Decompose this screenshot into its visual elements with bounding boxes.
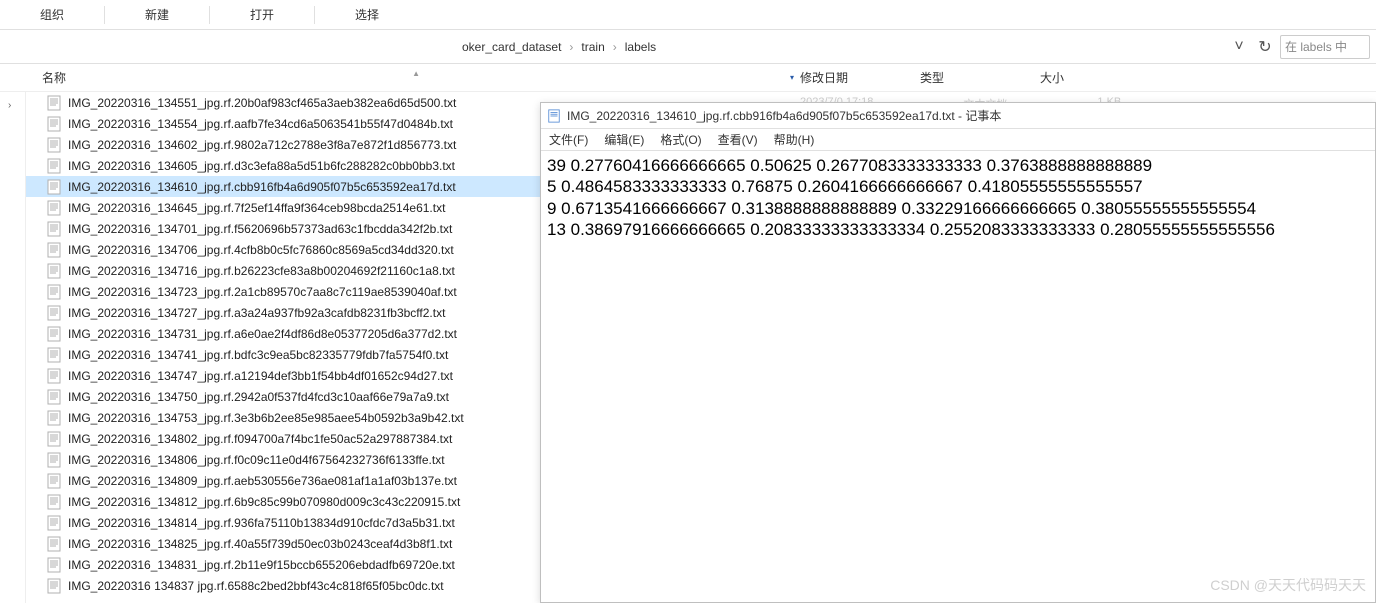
header-size[interactable]: 大小 — [1040, 69, 1140, 86]
chevron-right-icon[interactable]: › — [8, 100, 11, 111]
menu-organize[interactable]: 组织 — [0, 6, 104, 23]
file-name: IMG_20220316_134741_jpg.rf.bdfc3c9ea5bc8… — [68, 348, 448, 362]
file-name: IMG_20220316_134809_jpg.rf.aeb530556e736… — [68, 474, 457, 488]
file-name: IMG_20220316_134605_jpg.rf.d3c3efa88a5d5… — [68, 159, 455, 173]
menu-view[interactable]: 查看(V) — [710, 131, 766, 148]
file-name: IMG_20220316_134814_jpg.rf.936fa75110b13… — [68, 516, 455, 530]
text-line: 9 0.6713541666666667 0.3138888888888889 … — [547, 198, 1369, 219]
file-name: IMG_20220316_134806_jpg.rf.f0c09c11e0d4f… — [68, 453, 445, 467]
file-name: IMG_20220316_134747_jpg.rf.a12194def3bb1… — [68, 369, 453, 383]
file-name: IMG_20220316_134812_jpg.rf.6b9c85c99b070… — [68, 495, 460, 509]
header-date[interactable]: 修改日期 — [800, 69, 920, 86]
file-name: IMG_20220316_134554_jpg.rf.aafb7fe34cd6a… — [68, 117, 453, 131]
menu-help[interactable]: 帮助(H) — [766, 131, 823, 148]
notepad-content[interactable]: 39 0.27760416666666665 0.50625 0.2677083… — [541, 151, 1375, 244]
search-input[interactable]: 在 labels 中 — [1280, 35, 1370, 59]
menu-format[interactable]: 格式(O) — [652, 131, 709, 148]
menu-new[interactable]: 新建 — [105, 6, 209, 23]
notepad-titlebar[interactable]: IMG_20220316_134610_jpg.rf.cbb916fb4a6d9… — [541, 103, 1375, 129]
file-name: IMG_20220316_134750_jpg.rf.2942a0f537fd4… — [68, 390, 449, 404]
text-line: 39 0.27760416666666665 0.50625 0.2677083… — [547, 155, 1369, 176]
refresh-icon[interactable]: ↻ — [1254, 36, 1276, 58]
text-line: 13 0.38697916666666665 0.208333333333333… — [547, 219, 1369, 240]
address-actions: ˅ ↻ 在 labels 中 — [1228, 35, 1376, 59]
file-name: IMG_20220316_134701_jpg.rf.f5620696b5737… — [68, 222, 452, 236]
header-name[interactable]: 名称 — [28, 69, 790, 86]
file-name: IMG_20220316_134610_jpg.rf.cbb916fb4a6d9… — [68, 180, 456, 194]
chevron-right-icon: › — [607, 40, 623, 54]
file-name: IMG_20220316_134645_jpg.rf.7f25ef14ffa9f… — [68, 201, 445, 215]
notepad-menubar: 文件(F) 编辑(E) 格式(O) 查看(V) 帮助(H) — [541, 129, 1375, 151]
breadcrumb-segment[interactable]: oker_card_dataset — [460, 40, 563, 54]
address-bar-row: oker_card_dataset › train › labels ˅ ↻ 在… — [0, 30, 1376, 64]
file-name: IMG_20220316_134716_jpg.rf.b26223cfe83a8… — [68, 264, 455, 278]
file-name: IMG_20220316_134731_jpg.rf.a6e0ae2f4df86… — [68, 327, 457, 341]
file-name: IMG_20220316_134706_jpg.rf.4cfb8b0c5fc76… — [68, 243, 454, 257]
notepad-window: IMG_20220316_134610_jpg.rf.cbb916fb4a6d9… — [540, 102, 1376, 603]
file-name: IMG_20220316_134802_jpg.rf.f094700a7f4bc… — [68, 432, 452, 446]
chevron-right-icon: › — [563, 40, 579, 54]
tree-strip: › — [0, 92, 26, 603]
notepad-icon — [547, 109, 561, 123]
menu-open[interactable]: 打开 — [210, 6, 314, 23]
menu-select[interactable]: 选择 — [315, 6, 419, 23]
ribbon-menu: 组织 新建 打开 选择 — [0, 0, 1376, 30]
file-name: IMG_20220316_134602_jpg.rf.9802a712c2788… — [68, 138, 456, 152]
text-line: 5 0.4864583333333333 0.76875 0.260416666… — [547, 176, 1369, 197]
watermark: CSDN @天天代码码天天 — [1210, 575, 1366, 595]
file-name: IMG_20220316_134723_jpg.rf.2a1cb89570c7a… — [68, 285, 457, 299]
file-name: IMG_20220316_134753_jpg.rf.3e3b6b2ee85e9… — [68, 411, 464, 425]
breadcrumb-segment[interactable]: train — [579, 40, 606, 54]
file-name: IMG_20220316_134551_jpg.rf.20b0af983cf46… — [68, 96, 456, 110]
header-type[interactable]: 类型 — [920, 69, 1040, 86]
menu-edit[interactable]: 编辑(E) — [596, 131, 652, 148]
menu-file[interactable]: 文件(F) — [541, 131, 596, 148]
header-dropdown-icon[interactable]: ▾ — [790, 73, 800, 82]
notepad-title-text: IMG_20220316_134610_jpg.rf.cbb916fb4a6d9… — [567, 107, 1001, 124]
file-name: IMG_20220316 134837 jpg.rf.6588c2bed2bbf… — [68, 579, 444, 593]
breadcrumb[interactable]: oker_card_dataset › train › labels — [0, 40, 1228, 54]
dropdown-icon[interactable]: ˅ — [1228, 36, 1250, 58]
column-headers: 名称 ▾ 修改日期 类型 大小 — [0, 64, 1376, 92]
file-name: IMG_20220316_134825_jpg.rf.40a55f739d50e… — [68, 537, 452, 551]
file-name: IMG_20220316_134727_jpg.rf.a3a24a937fb92… — [68, 306, 445, 320]
file-name: IMG_20220316_134831_jpg.rf.2b11e9f15bccb… — [68, 558, 455, 572]
breadcrumb-segment[interactable]: labels — [623, 40, 658, 54]
